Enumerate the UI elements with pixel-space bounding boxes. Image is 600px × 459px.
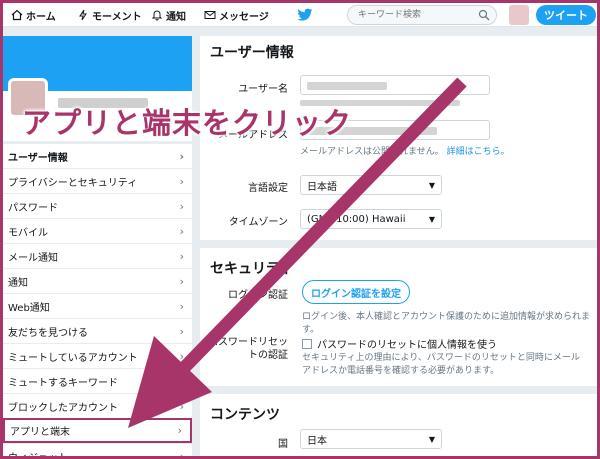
sidebar-item-blocked-accounts[interactable]: ブロックしたアカウント › — [3, 393, 192, 418]
sidebar-item-find-friends[interactable]: 友だちを見つける › — [3, 318, 192, 343]
sidebar-item-label: モバイル — [8, 227, 48, 239]
section-divider — [200, 240, 597, 248]
sidebar-item-label: ミュートするキーワード — [8, 377, 118, 389]
sidebar-item-mobile[interactable]: モバイル › — [3, 218, 192, 243]
language-value: 日本語 — [307, 181, 337, 193]
nav-notifications[interactable]: 通知 — [151, 7, 186, 23]
bell-icon — [151, 10, 163, 21]
nav-home-label: ホーム — [26, 11, 56, 23]
timezone-select[interactable]: (GMT-10:00) Hawaii ▼ — [300, 209, 442, 229]
sidebar-item-web-notifications[interactable]: Web通知 › — [3, 293, 192, 318]
password-reset-hint: セキュリティ上の理由により、パスワードのリセットと同時にメールアドレスか電話番号… — [302, 353, 580, 376]
password-reset-checkbox[interactable] — [302, 338, 312, 349]
home-icon — [11, 9, 23, 21]
chevron-right-icon: › — [179, 299, 184, 313]
account-section-title: ユーザー情報 — [210, 45, 294, 61]
sidebar-item-privacy[interactable]: プライバシーとセキュリティ › — [3, 168, 192, 193]
email-hint-link[interactable]: 詳細はこちら。 — [447, 147, 510, 157]
twitter-bird-icon[interactable] — [297, 8, 313, 22]
username-field[interactable] — [300, 75, 490, 95]
sidebar-item-label: ミュートしているアカウント — [8, 352, 138, 364]
sidebar-item-label: Web通知 — [8, 302, 50, 314]
nav-moments-label: モーメント — [92, 11, 142, 23]
chevron-right-icon: › — [179, 224, 184, 238]
email-hint: メールアドレスは公開されません。 詳細はこちら。 — [300, 146, 590, 159]
sidebar-item-label: ブロックしたアカウント — [8, 402, 118, 414]
chevron-right-icon: › — [179, 274, 184, 288]
chevron-right-icon: › — [179, 324, 184, 338]
chevron-right-icon: › — [179, 374, 184, 388]
search-box[interactable] — [347, 5, 497, 25]
section-divider — [200, 386, 597, 394]
search-icon[interactable] — [478, 9, 490, 21]
sidebar-item-label: 友だちを見つける — [8, 327, 88, 339]
sidebar-item-password[interactable]: パスワード › — [3, 193, 192, 218]
content-section-title: コンテンツ — [210, 407, 280, 423]
login-verification-hint: ログイン後、本人確認とアカウント保護のために追加情報が求められます。 — [302, 312, 591, 335]
sidebar-item-label: アプリと端末 — [10, 427, 70, 438]
chevron-right-icon: › — [177, 424, 182, 437]
password-reset-checkbox-label: パスワードのリセットに個人情報を使う — [317, 340, 497, 351]
tweet-button[interactable]: ツイート — [536, 5, 596, 25]
sidebar-item-label: メール通知 — [8, 252, 58, 264]
nav-messages[interactable]: メッセージ — [204, 7, 269, 23]
sidebar-item-notifications[interactable]: 通知 › — [3, 268, 192, 293]
chevron-right-icon: › — [179, 249, 184, 263]
security-section-title: セキュリティ — [210, 261, 294, 277]
timezone-label: タイムゾーン — [228, 217, 288, 228]
nav-notifications-label: 通知 — [166, 11, 186, 23]
language-select[interactable]: 日本語 ▼ — [300, 175, 442, 195]
sidebar-item-label: プライバシーとセキュリティ — [8, 177, 138, 189]
dropdown-caret-icon: ▼ — [428, 180, 435, 190]
chevron-right-icon: › — [179, 199, 184, 213]
chevron-right-icon: › — [179, 149, 184, 163]
user-avatar[interactable] — [509, 5, 529, 25]
language-label: 言語設定 — [248, 183, 288, 194]
sidebar-item-label: 通知 — [8, 277, 28, 289]
sidebar-item-widgets[interactable]: ウィジェット › — [3, 443, 192, 459]
lightning-icon — [79, 9, 87, 21]
search-input[interactable] — [348, 6, 468, 24]
country-value: 日本 — [307, 435, 327, 447]
envelope-icon — [204, 11, 216, 19]
dropdown-caret-icon: ▼ — [428, 434, 435, 444]
nav-messages-label: メッセージ — [219, 11, 269, 23]
password-reset-option[interactable]: パスワードのリセットに個人情報を使う — [302, 336, 497, 351]
chevron-right-icon: › — [179, 349, 184, 363]
username-label: ユーザー名 — [238, 84, 288, 95]
annotation-callout: アプリと端末をクリック — [22, 106, 353, 140]
sidebar-item-muted-accounts[interactable]: ミュートしているアカウント › — [3, 343, 192, 368]
login-verification-label: ログイン認証 — [228, 290, 288, 301]
sidebar-item-muted-words[interactable]: ミュートするキーワード › — [3, 368, 192, 393]
chevron-right-icon: › — [179, 174, 184, 188]
login-verification-button[interactable]: ログイン認証を設定 — [302, 280, 410, 304]
chevron-right-icon: › — [179, 449, 184, 459]
sidebar-item-label: ウィジェット — [8, 452, 68, 459]
email-hint-text: メールアドレスは公開されません。 — [300, 147, 444, 157]
nav-home[interactable]: ホーム — [11, 7, 56, 23]
username-blurred — [307, 82, 387, 90]
dropdown-caret-icon: ▼ — [428, 214, 435, 224]
country-label: 国 — [278, 439, 288, 450]
sidebar-item-email-notifications[interactable]: メール通知 › — [3, 243, 192, 268]
password-reset-label: パスワードリセットの認証 — [208, 337, 288, 361]
sidebar-item-label: ユーザー情報 — [8, 152, 68, 164]
sidebar-item-apps-and-devices[interactable]: アプリと端末 › — [3, 418, 192, 443]
chevron-right-icon: › — [179, 399, 184, 413]
settings-menu: ユーザー情報 › プライバシーとセキュリティ › パスワード › モバイル › メール通… — [3, 143, 192, 459]
timezone-value: (GMT-10:00) Hawaii — [307, 213, 406, 225]
top-navigation: ホーム モーメント 通知 メッセージ ツイート — [3, 3, 597, 27]
nav-moments[interactable]: モーメント — [77, 7, 142, 23]
country-select[interactable]: 日本 ▼ — [300, 429, 442, 449]
sidebar-item-account[interactable]: ユーザー情報 › — [3, 143, 192, 168]
sidebar-item-label: パスワード — [8, 202, 58, 214]
